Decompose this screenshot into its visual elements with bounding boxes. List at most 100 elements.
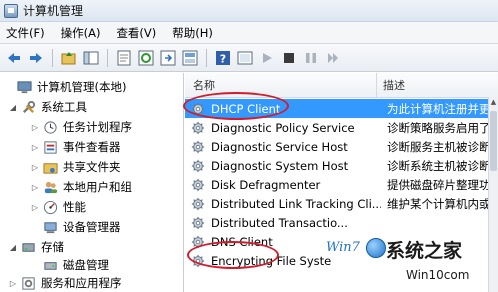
service-row[interactable]: Disk Defragmenter 提供磁盘碎片整理功	[185, 175, 498, 194]
export-icon[interactable]	[158, 48, 178, 68]
tree-item-label: 服务和应用程序	[41, 276, 122, 290]
service-description: 诊断服务主机被诊断	[387, 139, 491, 154]
tree-item-local-users-groups[interactable]: ▷ 本地用户和组	[30, 177, 132, 197]
navigation-tree: 计算机管理(本地) ◢ 系统工具 ▷ 任务计划程序 ▷ 事件查看器 ▷ 共享文件…	[0, 73, 184, 292]
tree-item-shared-folders[interactable]: ▷ 共享文件夹	[30, 157, 121, 177]
tree-item-disk-management[interactable]: 磁盘管理	[30, 255, 109, 275]
folder-up-icon[interactable]	[59, 48, 79, 68]
service-description: 维护某个计算机内或	[387, 196, 491, 211]
tree-item-label: 性能	[63, 200, 86, 214]
storage-icon	[20, 239, 36, 255]
computer-management-icon	[4, 3, 18, 18]
service-row[interactable]: Encrypting File Syste	[185, 251, 498, 270]
gear-icon	[191, 158, 207, 174]
gear-icon	[191, 196, 207, 212]
forward-arrow-icon[interactable]	[26, 48, 46, 68]
scrollbar-thumb[interactable]	[490, 111, 497, 171]
services-icon	[20, 275, 36, 291]
tree-item-storage[interactable]: ◢ 存储	[8, 237, 64, 257]
gear-icon	[191, 234, 207, 250]
tree-item-label: 事件查看器	[63, 140, 121, 154]
menu-action[interactable]: 操作(A)	[61, 25, 101, 41]
back-arrow-icon[interactable]	[4, 48, 24, 68]
service-name: DHCP Client	[211, 101, 281, 116]
service-name: Distributed Transactio...	[211, 215, 348, 230]
service-name: Diagnostic System Host	[211, 158, 349, 173]
service-row[interactable]: Diagnostic Policy Service 诊断策略服务启用了	[185, 118, 498, 137]
tree-item-label: 本地用户和组	[63, 180, 132, 194]
help-icon[interactable]: ?	[213, 48, 233, 68]
gear-icon	[191, 215, 207, 231]
toolbar-separator	[206, 48, 207, 67]
toolbar-separator	[107, 48, 108, 67]
properties-icon[interactable]	[114, 48, 134, 68]
scroll-up-icon[interactable]: ▲	[489, 97, 498, 107]
svg-text:?: ?	[220, 52, 226, 65]
menu-file[interactable]: 文件(F)	[6, 25, 45, 41]
service-name: DNS Client	[211, 234, 273, 249]
service-description: 诊断系统主机被诊断	[387, 158, 491, 173]
title-bar: 计算机管理	[0, 0, 498, 22]
expand-arrow-icon[interactable]: ▷	[8, 279, 18, 288]
vertical-scrollbar[interactable]: ▲	[488, 97, 498, 292]
tree-item-label: 磁盘管理	[63, 258, 109, 272]
tree-item-services-applications[interactable]: ▷ 服务和应用程序	[8, 273, 122, 292]
disk-icon	[42, 257, 58, 273]
gear-icon	[191, 101, 207, 117]
service-row[interactable]: Diagnostic Service Host 诊断服务主机被诊断	[185, 137, 498, 156]
tree-item-system-tools[interactable]: ◢ 系统工具	[8, 97, 87, 117]
column-header-name[interactable]: 名称	[185, 73, 377, 97]
gear-icon	[191, 253, 207, 269]
tree-item-event-viewer[interactable]: ▷ 事件查看器	[30, 137, 121, 157]
console-icon[interactable]	[235, 48, 255, 68]
clock-icon	[42, 119, 58, 135]
window-title: 计算机管理	[23, 4, 84, 18]
expand-arrow-icon[interactable]: ▷	[30, 123, 40, 132]
performance-icon	[42, 199, 58, 215]
expand-arrow-icon[interactable]: ▷	[30, 183, 40, 192]
service-row[interactable]: DNS Client	[185, 232, 498, 251]
service-name: Diagnostic Service Host	[211, 139, 348, 154]
menu-help[interactable]: 帮助(H)	[172, 25, 213, 41]
tree-item-task-scheduler[interactable]: ▷ 任务计划程序	[30, 117, 132, 137]
show-hide-tree-icon[interactable]	[81, 48, 101, 68]
pause-icon[interactable]	[301, 48, 321, 68]
gear-icon	[191, 120, 207, 136]
service-name: Encrypting File Syste	[211, 253, 332, 268]
computer-icon	[16, 79, 32, 95]
list-header: 名称 描述	[185, 73, 498, 98]
users-icon	[42, 179, 58, 195]
collapse-arrow-icon[interactable]: ◢	[8, 103, 18, 112]
column-header-description[interactable]: 描述	[377, 77, 405, 93]
tree-item-performance[interactable]: ▷ 性能	[30, 197, 86, 217]
device-manager-icon	[42, 219, 58, 235]
play-icon[interactable]	[257, 48, 277, 68]
tools-icon	[20, 99, 36, 115]
refresh-icon[interactable]	[136, 48, 156, 68]
service-description: 诊断策略服务启用了	[387, 120, 491, 135]
service-row[interactable]: DHCP Client 为此计算机注册并更	[185, 99, 498, 118]
tree-item-label: 设备管理器	[63, 220, 121, 234]
tree-item-computer-management[interactable]: 计算机管理(本地)	[4, 77, 126, 97]
menu-bar: 文件(F) 操作(A) 查看(V) 帮助(H)	[0, 22, 498, 44]
gear-icon	[191, 177, 207, 193]
service-row[interactable]: Diagnostic System Host 诊断系统主机被诊断	[185, 156, 498, 175]
services-list: 名称 描述 DHCP Client 为此计算机注册并更 Diagnostic Pol…	[185, 73, 498, 292]
expand-arrow-icon[interactable]: ▷	[30, 203, 40, 212]
restart-icon[interactable]	[323, 48, 343, 68]
menu-view[interactable]: 查看(V)	[116, 25, 156, 41]
view-icon[interactable]	[180, 48, 200, 68]
tree-item-label: 任务计划程序	[63, 120, 132, 134]
tree-item-label: 计算机管理(本地)	[37, 80, 127, 94]
service-row[interactable]: Distributed Link Tracking Cli... 维护某个计算机内…	[185, 194, 498, 213]
service-row[interactable]: Distributed Transactio...	[185, 213, 498, 232]
service-description: 提供磁盘碎片整理功	[387, 177, 491, 192]
tree-item-device-manager[interactable]: 设备管理器	[30, 217, 121, 237]
expand-arrow-icon[interactable]: ▷	[30, 143, 40, 152]
service-description: 为此计算机注册并更	[387, 101, 491, 116]
tree-item-label: 系统工具	[41, 100, 87, 114]
gear-icon	[191, 139, 207, 155]
expand-arrow-icon[interactable]: ▷	[30, 163, 40, 172]
stop-icon[interactable]	[279, 48, 299, 68]
collapse-arrow-icon[interactable]: ◢	[8, 243, 18, 252]
